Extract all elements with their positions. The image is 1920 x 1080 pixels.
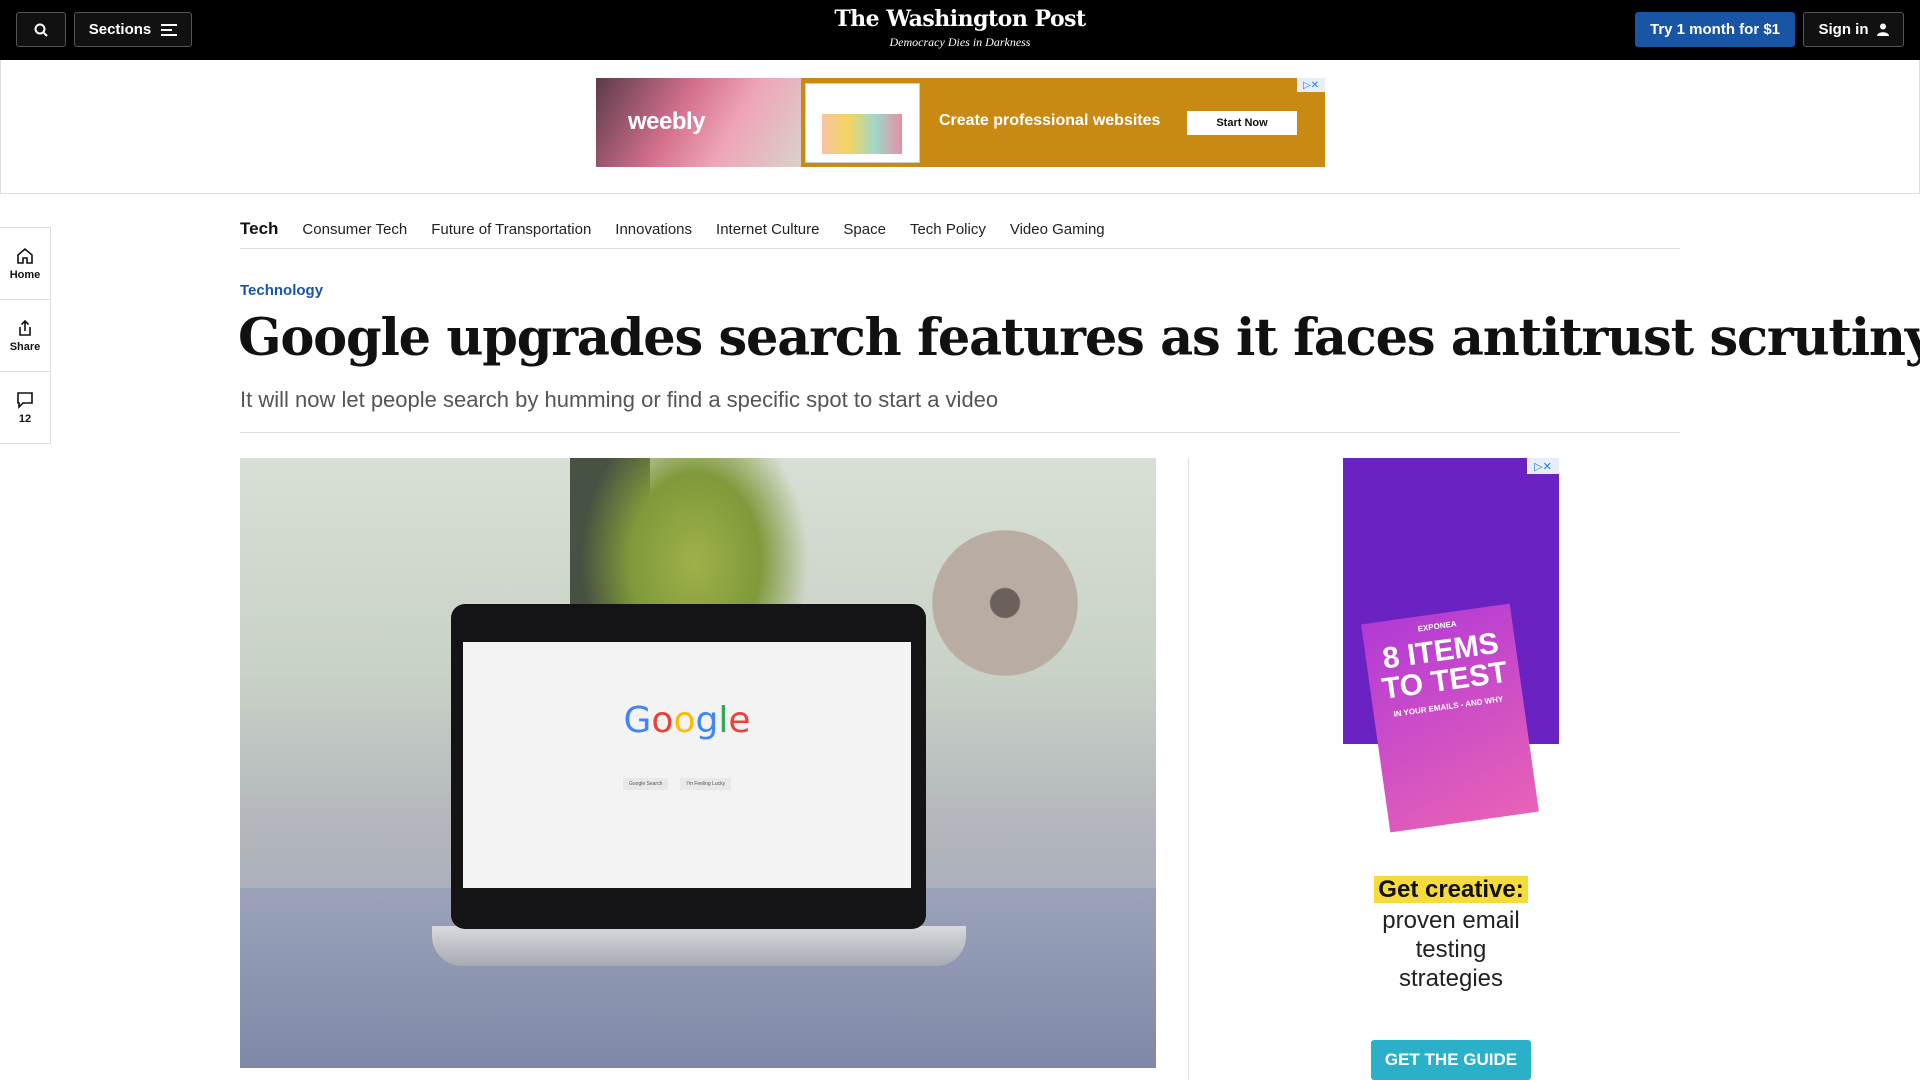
side-ad-headline-text: Get creative:	[1374, 876, 1528, 903]
subnav-item-future-of-transportation[interactable]: Future of Transportation	[431, 221, 591, 238]
laptop-screen: Google Google Search I'm Feeling Lucky	[463, 642, 911, 888]
side-ad-headline: Get creative:	[1343, 876, 1559, 904]
side-ad-choices-icon[interactable]: ▷✕	[1527, 458, 1559, 474]
rail-share-button[interactable]: Share	[0, 300, 50, 372]
ad-brand: weebly	[628, 108, 706, 135]
fan	[920, 518, 1090, 688]
article-dek: It will now let people search by humming…	[240, 387, 999, 412]
article-headline: Google upgrades search features as it fa…	[238, 308, 1920, 368]
side-ad-body: proven email testing strategies	[1382, 907, 1520, 992]
top-ad[interactable]: weebly Create professional websites Star…	[596, 78, 1325, 167]
section-subnav: Tech Consumer Tech Future of Transportat…	[240, 210, 1680, 249]
divider	[240, 432, 1680, 433]
logo-tagline: Democracy Dies in Darkness	[889, 35, 1031, 49]
subnav-section-title[interactable]: Tech	[240, 219, 278, 239]
left-rail: Home Share 12	[0, 227, 51, 444]
laptop-base	[432, 926, 966, 966]
subnav-item-video-gaming[interactable]: Video Gaming	[1010, 221, 1105, 238]
google-buttons: Google Search I'm Feeling Lucky	[623, 778, 732, 790]
subnav-item-tech-policy[interactable]: Tech Policy	[910, 221, 986, 238]
ad-headline: Create professional websites	[939, 112, 1161, 129]
rail-home-label: Home	[9, 268, 41, 281]
rail-comments-button[interactable]: 12	[0, 372, 50, 443]
rail-comments-count: 12	[18, 412, 32, 425]
sign-in-label: Sign in	[1818, 21, 1869, 38]
google-logo: Google	[623, 700, 751, 741]
subscribe-button[interactable]: Try 1 month for $1	[1635, 12, 1795, 47]
rail-share-label: Share	[9, 340, 41, 353]
sign-in-button[interactable]: Sign in	[1803, 12, 1904, 47]
rail-home-button[interactable]: Home	[0, 228, 50, 300]
ad-website-mockup	[805, 83, 920, 163]
user-icon	[1876, 23, 1889, 36]
ad-choices-icon[interactable]: ▷✕	[1297, 78, 1325, 92]
top-ad-container: weebly Create professional websites Star…	[0, 60, 1920, 194]
feeling-lucky-btn: I'm Feeling Lucky	[680, 778, 732, 790]
share-icon	[19, 319, 31, 336]
hero-image[interactable]: Google Google Search I'm Feeling Lucky	[240, 458, 1156, 1068]
comment-icon	[17, 391, 33, 409]
column-divider	[1188, 458, 1189, 1080]
laptop: Google Google Search I'm Feeling Lucky	[451, 604, 926, 929]
subnav-item-innovations[interactable]: Innovations	[615, 221, 692, 238]
side-ad-ebook-cover: EXPONEA 8 ITEMS TO TEST IN YOUR EMAILS -…	[1361, 603, 1539, 833]
side-ad-cta-button[interactable]: GET THE GUIDE	[1371, 1040, 1531, 1080]
subnav-item-space[interactable]: Space	[843, 221, 886, 238]
home-icon	[17, 247, 33, 264]
site-logo[interactable]: The Washington Post Democracy Dies in Da…	[0, 6, 1920, 50]
article-kicker[interactable]: Technology	[240, 282, 323, 299]
subnav-item-internet-culture[interactable]: Internet Culture	[716, 221, 819, 238]
top-bar: Sections The Washington Post Democracy D…	[0, 0, 1920, 60]
google-search-btn: Google Search	[623, 778, 669, 790]
ad-cta-button[interactable]: Start Now	[1187, 111, 1297, 135]
subnav-item-consumer-tech[interactable]: Consumer Tech	[302, 221, 407, 238]
logo-title: The Washington Post	[834, 6, 1086, 32]
side-ad[interactable]: EXPONEA 8 ITEMS TO TEST IN YOUR EMAILS -…	[1343, 458, 1559, 1080]
